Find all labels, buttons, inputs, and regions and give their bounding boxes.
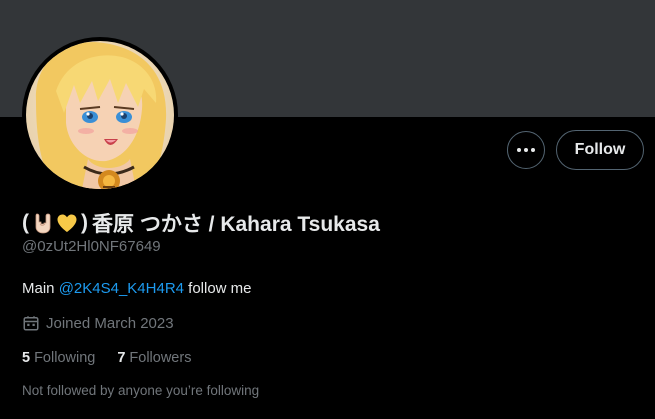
follow-button[interactable]: Follow bbox=[556, 130, 644, 170]
display-name: ( ) 香原 つかさ / Kahara Tsukasa bbox=[22, 209, 380, 237]
followers-count: 7 bbox=[117, 350, 126, 366]
bio-suffix: follow me bbox=[184, 280, 252, 297]
not-followed-notice: Not followed by anyone you’re following bbox=[22, 383, 260, 398]
bio-prefix: Main bbox=[22, 280, 59, 297]
following-count: 5 bbox=[22, 350, 31, 366]
calendar-icon bbox=[23, 316, 39, 331]
follow-button-label: Follow bbox=[574, 141, 626, 158]
joined-date: Joined March 2023 bbox=[22, 314, 174, 332]
yellow-heart-emoji bbox=[57, 214, 77, 232]
user-handle: @0zUt2Hl0NF67649 bbox=[22, 238, 161, 255]
display-name-open: ( bbox=[22, 211, 29, 234]
rock-hand-emoji bbox=[35, 213, 51, 234]
bio-mention-link[interactable]: @2K4S4_K4H4R4 bbox=[59, 280, 184, 297]
display-name-close: ) bbox=[81, 211, 88, 234]
joined-text: Joined March 2023 bbox=[46, 314, 174, 332]
followers-link[interactable]: 7 Followers bbox=[117, 350, 191, 366]
follow-stats: 5 Following 7 Followers bbox=[22, 350, 213, 366]
display-name-text: 香原 つかさ / Kahara Tsukasa bbox=[92, 213, 380, 236]
following-link[interactable]: 5 Following bbox=[22, 350, 95, 366]
display-name-emojis bbox=[31, 211, 79, 235]
avatar[interactable] bbox=[26, 41, 174, 189]
user-bio: Main @2K4S4_K4H4R4 follow me bbox=[22, 280, 252, 297]
followers-label: Followers bbox=[129, 350, 192, 366]
more-options-button[interactable] bbox=[507, 131, 545, 169]
following-label: Following bbox=[34, 350, 96, 366]
more-icon bbox=[517, 148, 535, 152]
avatar-ring bbox=[22, 37, 178, 193]
profile-page: Follow ( ) 香原 つかさ / Kahara Tsukasa @0zUt… bbox=[0, 0, 655, 419]
